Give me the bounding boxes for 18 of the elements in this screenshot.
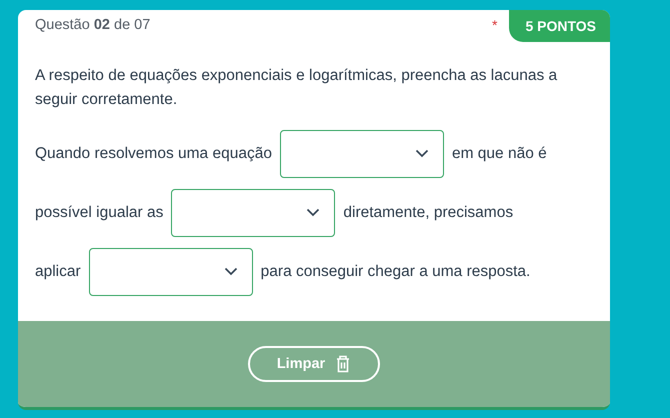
sentence-text: possível igualar as xyxy=(35,204,164,222)
trash-icon xyxy=(335,355,352,373)
dropdown-field[interactable] xyxy=(88,248,253,296)
question-number: Questão 02 de 07 xyxy=(34,16,152,33)
chevron-down-icon xyxy=(224,267,238,276)
sentence-text: aplicar xyxy=(35,262,81,280)
sentence-text: em que não é xyxy=(452,144,547,162)
sentence-text: diretamente, precisamos xyxy=(343,204,514,222)
sentence-text: para conseguir chegar a uma resposta. xyxy=(260,262,530,280)
dropdown-field[interactable] xyxy=(171,188,336,236)
points-badge: 5 PONTOS xyxy=(509,10,610,42)
chevron-down-icon xyxy=(414,149,429,158)
clear-button[interactable]: Limpar xyxy=(248,346,380,382)
chevron-down-icon xyxy=(306,208,320,217)
question-prompt: A respeito de equações exponenciais e logarítmicas, preencha as lacunas a seguir corretamente. xyxy=(35,66,558,110)
sentence-text: Quando resolvemos uma equação xyxy=(35,144,272,162)
required-mark: * xyxy=(492,16,498,33)
dropdown-field[interactable] xyxy=(280,130,444,178)
